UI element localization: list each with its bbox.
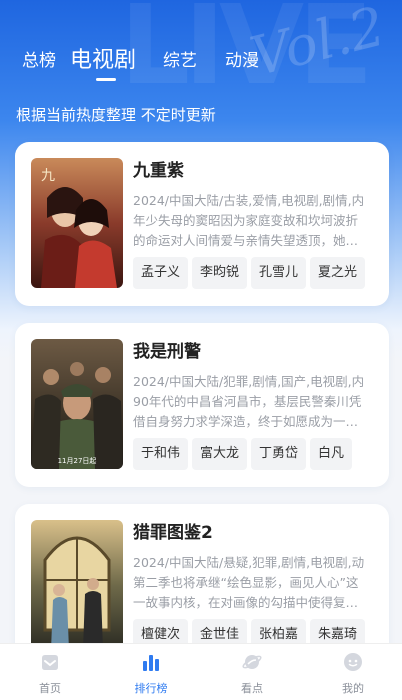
planet-icon	[242, 655, 262, 669]
tab-variety[interactable]: 综艺	[163, 46, 197, 71]
ranking-subtitle: 根据当前热度整理 不定时更新	[16, 106, 216, 124]
nav-ranking-label: 排行榜	[134, 682, 168, 695]
nav-ranking[interactable]: 排行榜	[101, 644, 201, 700]
poster-date-caption: 11月27日起	[58, 457, 97, 465]
show-meta: 2024/中国大陆/悬疑,犯罪,剧情,电视剧,动	[133, 555, 365, 570]
profile-face-icon	[344, 653, 362, 671]
show-description: 第二季也将承继“绘色显影，画见人心”这一故事内核，在对画像的勾描中使得复…	[133, 575, 359, 610]
show-title: 猎罪图鉴2	[133, 523, 213, 543]
nav-profile[interactable]: 我的	[303, 644, 402, 700]
actor-tag[interactable]: 孔雪儿	[251, 257, 307, 289]
show-description: 90年代的中昌省河昌市，基层民警秦川凭借自身努力求学深造，终于如愿成为一…	[133, 394, 362, 429]
actor-tag[interactable]: 白凡	[310, 438, 353, 470]
actor-tag[interactable]: 于和伟	[133, 438, 189, 470]
ranking-card[interactable]: 11月27日起 我是刑警 2024/中国大陆/犯罪,剧情,国产,电视剧,内 90…	[15, 323, 389, 487]
active-tab-indicator	[96, 78, 116, 81]
poster-image	[31, 520, 123, 650]
show-description: 年少失母的窦昭因为家庭变故和坎坷波折的命运对人间情爱与亲情失望透顶，她…	[133, 213, 359, 248]
tab-tv-series[interactable]: 电视剧	[70, 42, 136, 74]
actor-list: 于和伟 富大龙 丁勇岱 白凡	[133, 438, 369, 470]
actor-tag[interactable]: 李昀锐	[192, 257, 248, 289]
show-meta: 2024/中国大陆/古装,爱情,电视剧,剧情,内	[133, 193, 365, 208]
show-title: 我是刑警	[133, 342, 201, 362]
actor-tag[interactable]: 丁勇岱	[251, 438, 307, 470]
tab-anime[interactable]: 动漫	[225, 46, 259, 71]
nav-profile-label: 我的	[342, 682, 364, 695]
tab-overall[interactable]: 总榜	[22, 46, 56, 71]
nav-home-label: 首页	[39, 682, 61, 695]
actor-tag[interactable]: 孟子义	[133, 257, 189, 289]
nav-home[interactable]: 首页	[0, 644, 100, 700]
actor-list: 孟子义 李昀锐 孔雪儿 夏之光	[133, 257, 369, 289]
poster-image: 九	[31, 158, 123, 288]
actor-tag[interactable]: 富大龙	[192, 438, 248, 470]
category-tabs: 总榜 电视剧 综艺 动漫	[0, 38, 402, 88]
nav-highlights[interactable]: 看点	[202, 644, 302, 700]
bottom-navigation: 首页 排行榜 看点 我的	[0, 643, 402, 700]
home-icon	[42, 655, 58, 670]
show-meta: 2024/中国大陆/犯罪,剧情,国产,电视剧,内	[133, 374, 365, 389]
ranking-card[interactable]: 九 九重紫 2024/中国大陆/古装,爱情,电视剧,剧情,内 年少失母的窦昭因为…	[15, 142, 389, 306]
svg-text:九: 九	[41, 168, 55, 184]
poster-image: 11月27日起	[31, 339, 123, 469]
nav-highlights-label: 看点	[241, 682, 263, 695]
actor-tag[interactable]: 夏之光	[310, 257, 366, 289]
ranking-icon	[143, 655, 159, 671]
show-title: 九重紫	[133, 161, 184, 181]
